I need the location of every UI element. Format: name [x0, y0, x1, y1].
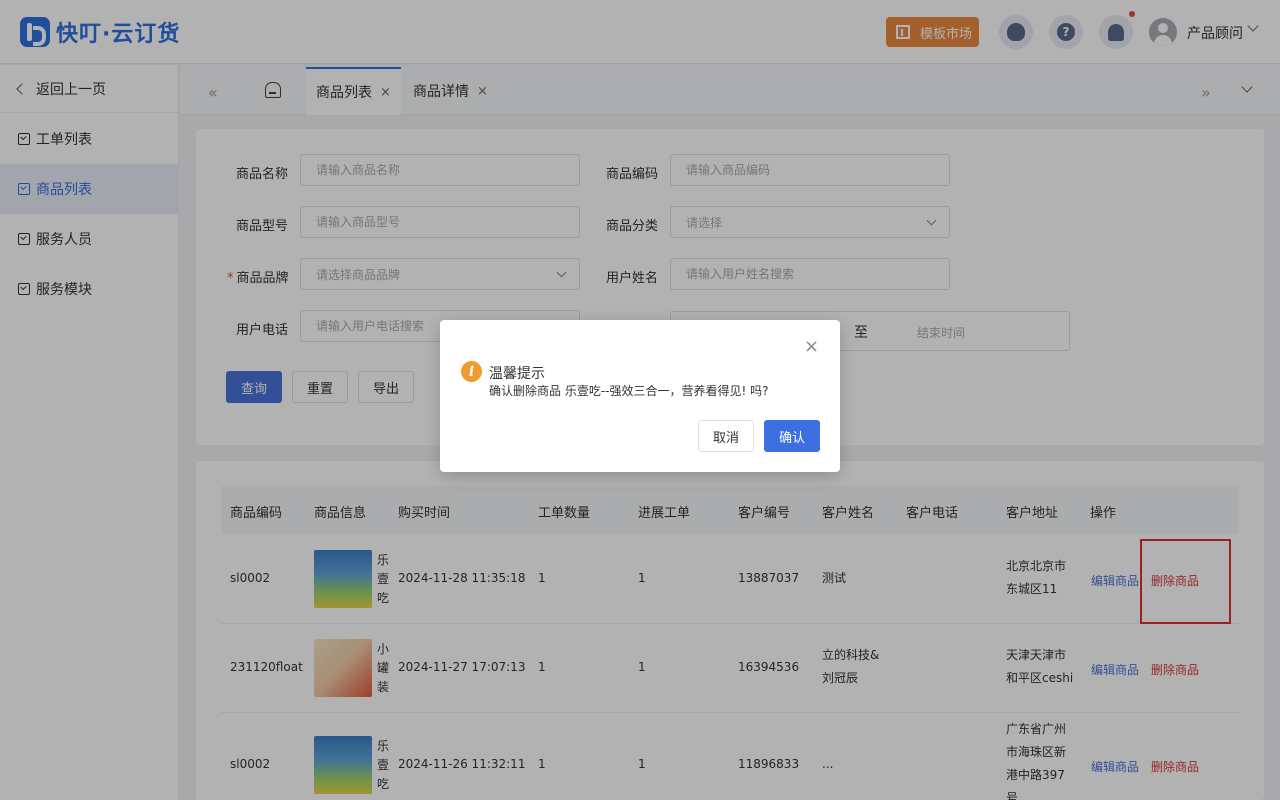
confirm-delete-dialog: × i 温馨提示 确认删除商品 乐壹吃--强效三合一，营养看得见! 吗? 取消 …	[440, 320, 840, 472]
cancel-button[interactable]: 取消	[698, 420, 754, 452]
close-icon[interactable]: ×	[804, 338, 819, 356]
confirm-button[interactable]: 确认	[764, 420, 820, 452]
dialog-title: 温馨提示	[489, 366, 545, 382]
dialog-message: 确认删除商品 乐壹吃--强效三合一，营养看得见! 吗?	[489, 384, 769, 398]
warning-icon: i	[461, 361, 482, 382]
